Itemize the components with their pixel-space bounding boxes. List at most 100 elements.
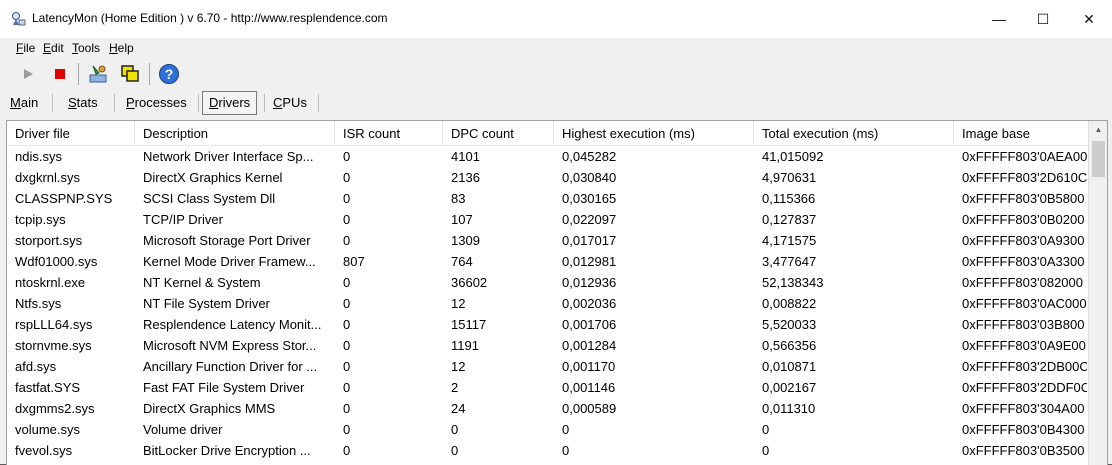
table-cell: 2136 bbox=[451, 170, 480, 185]
tab-stats[interactable]: Stats bbox=[62, 92, 104, 114]
tab-processes[interactable]: Processes bbox=[120, 92, 193, 114]
table-row[interactable]: fvevol.sys BitLocker Drive Encryption ...… bbox=[7, 440, 1087, 461]
table-cell: 1309 bbox=[451, 233, 480, 248]
tab-main[interactable]: Main bbox=[4, 92, 44, 114]
table-cell: 0xFFFFF803'082000 bbox=[962, 275, 1083, 290]
table-cell: NT Kernel & System bbox=[143, 275, 261, 290]
table-cell: 0,030165 bbox=[562, 191, 617, 206]
table-cell: TCP/IP Driver bbox=[143, 212, 223, 227]
table-cell: 0 bbox=[343, 275, 351, 290]
table-cell: 0xFFFFF803'2DDF0C bbox=[962, 380, 1087, 395]
table-cell: 0,000589 bbox=[562, 401, 617, 416]
table-cell: 0,002036 bbox=[562, 296, 617, 311]
table-cell: 0xFFFFF803'0B3500 bbox=[962, 443, 1085, 458]
table-cell: 0,045282 bbox=[562, 149, 617, 164]
table-cell: dxgkrnl.sys bbox=[15, 170, 81, 185]
table-cell: 5,520033 bbox=[762, 317, 817, 332]
windows-tool-button[interactable] bbox=[118, 62, 142, 86]
maximize-button[interactable]: ☐ bbox=[1020, 0, 1066, 38]
table-cell: 0,012981 bbox=[562, 254, 617, 269]
tab-separator bbox=[318, 94, 319, 112]
column-header-total-execution[interactable]: Total execution (ms) bbox=[754, 121, 954, 145]
table-row[interactable]: tcpip.sys TCP/IP Driver 0 107 0,022097 0,1278… bbox=[7, 209, 1087, 230]
table-row[interactable]: rspLLL64.sys Resplendence Latency Monit..… bbox=[7, 314, 1087, 335]
table-row[interactable]: fastfat.SYS Fast FAT File System Driver 0 2… bbox=[7, 377, 1087, 398]
table-cell: Wdf01000.sys bbox=[15, 254, 98, 269]
table-cell: 0xFFFFF803'03B800 bbox=[962, 317, 1085, 332]
close-button[interactable]: ✕ bbox=[1066, 0, 1112, 38]
table-cell: 0 bbox=[343, 149, 351, 164]
table-cell: ntoskrnl.exe bbox=[15, 275, 86, 290]
column-header-highest-execution[interactable]: Highest execution (ms) bbox=[554, 121, 754, 145]
processes-tool-button[interactable] bbox=[86, 62, 110, 86]
drivers-table: Driver file Description ISR count DPC co… bbox=[6, 120, 1108, 465]
table-row[interactable]: ndis.sys Network Driver Interface Sp... 0 4… bbox=[7, 146, 1087, 167]
table-cell: 0xFFFFF803'0B0200 bbox=[962, 212, 1085, 227]
column-header-image-base[interactable]: Image base bbox=[954, 121, 1087, 145]
table-cell: 0 bbox=[562, 443, 570, 458]
tab-separator bbox=[264, 94, 265, 112]
toolbar: ? bbox=[0, 58, 1112, 90]
menu-help[interactable]: Help bbox=[109, 41, 134, 55]
column-header-driver-file[interactable]: Driver file bbox=[7, 121, 135, 145]
table-row[interactable]: dxgmms2.sys DirectX Graphics MMS 0 24 0,0005… bbox=[7, 398, 1087, 419]
table-cell: 0 bbox=[451, 422, 459, 437]
table-cell: 0xFFFFF803'0A3300 bbox=[962, 254, 1085, 269]
scroll-up-icon[interactable]: ▲ bbox=[1089, 121, 1107, 138]
table-cell: 0,022097 bbox=[562, 212, 617, 227]
table-cell: fvevol.sys bbox=[15, 443, 73, 458]
title-bar[interactable]: LatencyMon (Home Edition ) v 6.70 - http… bbox=[0, 0, 1112, 38]
table-cell: 4,970631 bbox=[762, 170, 817, 185]
table-cell: 0 bbox=[762, 443, 770, 458]
table-row[interactable]: ntoskrnl.exe NT Kernel & System 0 36602 0,01… bbox=[7, 272, 1087, 293]
table-cell: 0,011310 bbox=[762, 401, 816, 416]
table-row[interactable]: stornvme.sys Microsoft NVM Express Stor..… bbox=[7, 335, 1087, 356]
menu-edit[interactable]: Edit bbox=[43, 41, 64, 55]
table-cell: 0xFFFFF803'2D610C bbox=[962, 170, 1087, 185]
table-row[interactable]: volume.sys Volume driver 0 0 0 0 0xFFFFF803'0B… bbox=[7, 419, 1087, 440]
minimize-icon: — bbox=[992, 11, 1006, 27]
table-cell: 0 bbox=[343, 296, 351, 311]
table-cell: Microsoft NVM Express Stor... bbox=[143, 338, 317, 353]
table-cell: 0,001170 bbox=[562, 359, 616, 374]
table-cell: BitLocker Drive Encryption ... bbox=[143, 443, 311, 458]
table-cell: 2 bbox=[451, 380, 459, 395]
table-cell: 0,010871 bbox=[762, 359, 817, 374]
vertical-scrollbar[interactable]: ▲ bbox=[1088, 121, 1107, 465]
table-cell: Ntfs.sys bbox=[15, 296, 62, 311]
table-cell: 0 bbox=[451, 443, 459, 458]
table-cell: ndis.sys bbox=[15, 149, 62, 164]
table-row[interactable]: Wdf01000.sys Kernel Mode Driver Framew...… bbox=[7, 251, 1087, 272]
minimize-button[interactable]: — bbox=[976, 0, 1022, 38]
table-row[interactable]: dxgkrnl.sys DirectX Graphics Kernel 0 2136 0… bbox=[7, 167, 1087, 188]
tab-cpus[interactable]: CPUs bbox=[267, 92, 313, 114]
table-row[interactable]: CLASSPNP.SYS SCSI Class System Dll 0 83 0,03… bbox=[7, 188, 1087, 209]
start-button[interactable] bbox=[16, 62, 40, 86]
table-row[interactable]: afd.sys Ancillary Function Driver for ...… bbox=[7, 356, 1087, 377]
scrollbar-thumb[interactable] bbox=[1092, 141, 1105, 177]
table-cell: 0,012936 bbox=[562, 275, 617, 290]
table-cell: Volume driver bbox=[143, 422, 223, 437]
tab-drivers[interactable]: Drivers bbox=[202, 91, 258, 115]
stop-icon bbox=[55, 69, 65, 79]
table-cell: 0 bbox=[343, 170, 351, 185]
help-button[interactable]: ? bbox=[157, 62, 181, 86]
table-cell: 15117 bbox=[451, 317, 487, 332]
menu-tools[interactable]: Tools bbox=[72, 41, 100, 55]
table-cell: stornvme.sys bbox=[15, 338, 92, 353]
column-header-isr-count[interactable]: ISR count bbox=[335, 121, 443, 145]
table-cell: 83 bbox=[451, 191, 466, 206]
stop-button[interactable] bbox=[48, 62, 72, 86]
table-row[interactable]: storport.sys Microsoft Storage Port Drive… bbox=[7, 230, 1087, 251]
table-row[interactable]: Ntfs.sys NT File System Driver 0 12 0,002036… bbox=[7, 293, 1087, 314]
column-header-dpc-count[interactable]: DPC count bbox=[443, 121, 554, 145]
table-cell: 0 bbox=[343, 338, 351, 353]
table-cell: Network Driver Interface Sp... bbox=[143, 149, 314, 164]
column-header-description[interactable]: Description bbox=[135, 121, 335, 145]
table-cell: 0xFFFFF803'0B4300 bbox=[962, 422, 1085, 437]
table-cell: 0 bbox=[343, 422, 351, 437]
table-cell: 41,015092 bbox=[762, 149, 824, 164]
windows-tool-icon bbox=[121, 65, 139, 82]
menu-file[interactable]: File bbox=[16, 41, 35, 55]
table-cell: storport.sys bbox=[15, 233, 83, 248]
